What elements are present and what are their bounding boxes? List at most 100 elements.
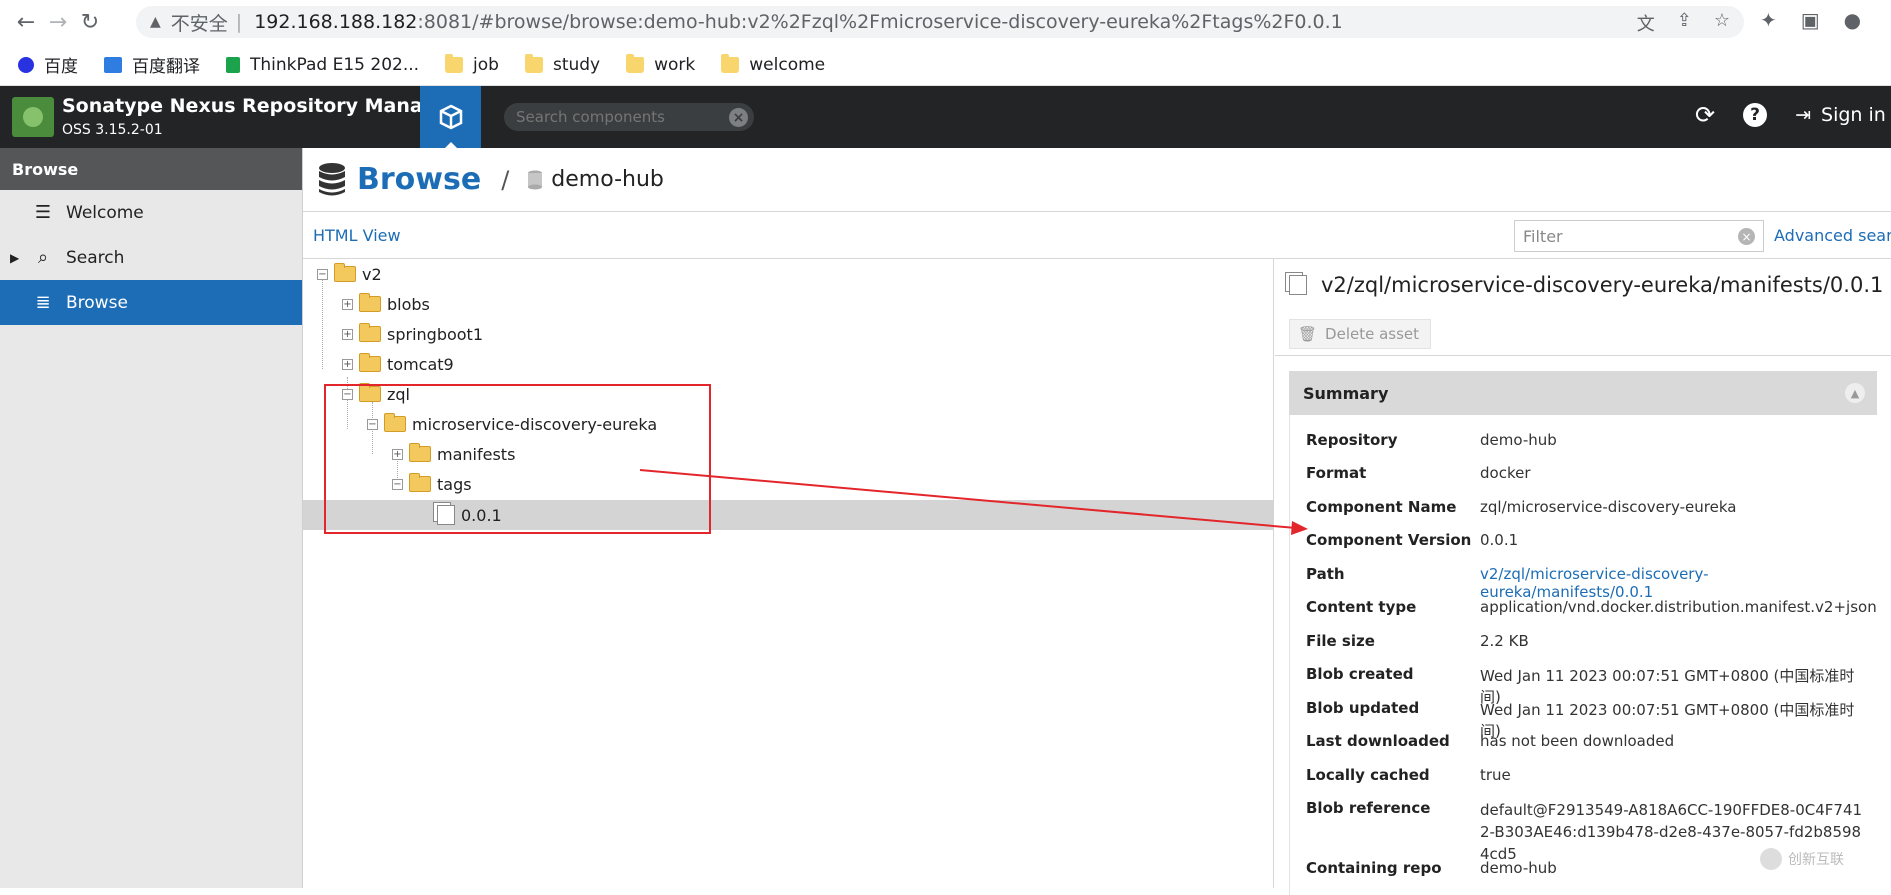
tree-node-blobs[interactable]: + blobs: [342, 289, 430, 319]
bookmark-baidu-translate[interactable]: 百度翻译: [104, 52, 200, 77]
tree-node-v2[interactable]: − v2: [317, 259, 382, 289]
nav-section-browse: Browse: [0, 148, 302, 190]
browser-toolbar: ← → ↻ ▲ 不安全 | 192.168.188.182:8081/#brow…: [0, 0, 1891, 44]
folder-icon: [359, 323, 381, 342]
nexus-header: Sonatype Nexus Repository Manager OSS 3.…: [0, 86, 1891, 149]
tree-guide-line: [322, 277, 323, 369]
help-icon[interactable]: ?: [1743, 103, 1768, 127]
summary-row: Format docker: [1306, 464, 1531, 482]
expand-icon[interactable]: +: [342, 358, 353, 370]
summary-row: Component Version 0.0.1: [1306, 531, 1519, 549]
translate-icon[interactable]: 文: [1637, 10, 1655, 36]
database-small-icon: [528, 170, 543, 189]
advanced-search-link[interactable]: Advanced search: [1774, 226, 1891, 245]
bookmark-thinkpad[interactable]: ThinkPad E15 202...: [226, 55, 419, 75]
nav-item-welcome[interactable]: ☰ Welcome: [0, 190, 302, 235]
url-separator: |: [235, 11, 243, 33]
u-logo-icon: [226, 56, 240, 73]
asset-title: v2/zql/microservice-discovery-eureka/man…: [1289, 273, 1883, 297]
translate-icon: [104, 56, 122, 73]
breadcrumb-repo: demo-hub: [527, 167, 664, 192]
breadcrumb: Browse / demo-hub: [303, 148, 1891, 212]
warning-triangle-icon: ▲: [150, 14, 161, 30]
folder-icon: [359, 353, 381, 372]
address-bar[interactable]: ▲ 不安全 | 192.168.188.182:8081/#browse/bro…: [136, 6, 1744, 38]
watermark-logo: 创新互联: [1760, 848, 1844, 870]
folder-icon: [359, 293, 381, 312]
tree-node-springboot1[interactable]: + springboot1: [342, 319, 483, 349]
summary-row: Path v2/zql/microservice-discovery-eureka…: [1306, 565, 1870, 601]
trash-icon: 🗑: [1298, 325, 1318, 343]
detail-divider: [1275, 355, 1891, 356]
bookmark-star-icon[interactable]: ☆: [1714, 10, 1730, 36]
profile-avatar-icon[interactable]: ●: [1844, 8, 1861, 32]
sidepanel-icon[interactable]: ▣: [1801, 8, 1820, 32]
clear-search-icon[interactable]: ×: [729, 108, 748, 127]
nexus-logo: [12, 97, 54, 137]
breadcrumb-separator: /: [501, 165, 510, 194]
tree-node-tomcat9[interactable]: + tomcat9: [342, 349, 454, 379]
asset-path-link[interactable]: v2/zql/microservice-discovery-eureka/man…: [1480, 565, 1870, 601]
html-view-link[interactable]: HTML View: [313, 226, 401, 245]
database-icon: ≣: [35, 292, 51, 313]
url-host: 192.168.188.182: [254, 11, 418, 33]
folder-icon: [524, 53, 543, 73]
bookmark-job[interactable]: job: [445, 53, 499, 75]
sign-in-button[interactable]: ⇥ Sign in: [1795, 104, 1886, 126]
cube-icon: [439, 104, 462, 130]
bookmark-study[interactable]: study: [524, 53, 600, 75]
summary-row: File size 2.2 KB: [1306, 632, 1529, 650]
refresh-icon[interactable]: ⟳: [1695, 101, 1715, 129]
summary-row: Repository demo-hub: [1306, 431, 1557, 449]
database-icon: [319, 162, 345, 195]
watermark-icon: [1760, 848, 1782, 870]
highlight-box: [324, 384, 711, 534]
baidu-paw-icon: [18, 56, 34, 73]
asset-detail-panel: v2/zql/microservice-discovery-eureka/man…: [1275, 259, 1891, 895]
back-arrow-icon[interactable]: ←: [10, 6, 42, 38]
search-icon: ⌕: [37, 247, 49, 268]
extension-icons: ✦ ▣ ●: [1760, 8, 1861, 32]
folder-icon: [721, 53, 740, 73]
bookmark-baidu[interactable]: 百度: [18, 52, 78, 77]
expand-icon[interactable]: +: [342, 298, 353, 310]
extensions-puzzle-icon[interactable]: ✦: [1760, 8, 1777, 32]
expand-arrow-icon[interactable]: ▶: [10, 251, 19, 265]
summary-row: Content type application/vnd.docker.distr…: [1306, 598, 1877, 616]
folder-open-icon: [334, 263, 356, 282]
expand-icon[interactable]: +: [342, 328, 353, 340]
bookmark-welcome[interactable]: welcome: [721, 53, 825, 75]
bookmark-work[interactable]: work: [626, 53, 695, 75]
summary-row: Locally cached true: [1306, 766, 1511, 784]
sign-in-icon: ⇥: [1795, 104, 1812, 126]
browse-toolbar: HTML View Filter × Advanced search: [303, 212, 1891, 259]
header-actions: ⟳ ? ⇥ Sign in: [1695, 101, 1886, 129]
omnibox-actions: 文 ⇪ ☆: [1637, 10, 1730, 36]
insecure-label: 不安全: [170, 12, 228, 35]
nav-item-search[interactable]: ▶ ⌕ Search: [0, 235, 302, 280]
delete-asset-button[interactable]: 🗑 Delete asset: [1289, 319, 1431, 349]
filter-input[interactable]: Filter ×: [1514, 220, 1764, 252]
browse-mode-button[interactable]: [420, 86, 481, 149]
collapse-icon[interactable]: −: [317, 268, 328, 280]
breadcrumb-browse[interactable]: Browse: [357, 162, 481, 197]
left-navigation: Browse ☰ Welcome ▶ ⌕ Search ≣ Browse: [0, 148, 303, 888]
folder-icon: [445, 53, 464, 73]
clear-filter-icon[interactable]: ×: [1738, 228, 1755, 245]
nav-item-browse[interactable]: ≣ Browse: [0, 280, 302, 325]
list-icon: ☰: [34, 202, 52, 223]
folder-icon: [626, 53, 645, 73]
component-tree: − v2 + blobs + springboot1 + tomcat9 − zql − m…: [303, 259, 1274, 888]
search-components-input[interactable]: [504, 103, 754, 131]
file-copy-icon: [1289, 275, 1307, 295]
app-version: OSS 3.15.2-01: [62, 122, 163, 138]
bookmarks-bar: 百度 百度翻译 ThinkPad E15 202... job study wo…: [0, 44, 1891, 86]
reload-icon[interactable]: ↻: [74, 6, 106, 38]
forward-arrow-icon[interactable]: →: [42, 6, 74, 38]
url-path: :8081/#browse/browse:demo-hub:v2%2Fzql%2…: [417, 11, 1343, 33]
summary-row: Component Name zql/microservice-discovery…: [1306, 498, 1737, 516]
share-icon[interactable]: ⇪: [1677, 10, 1692, 36]
summary-row: Last downloaded has not been downloaded: [1306, 732, 1675, 750]
summary-header[interactable]: Summary ▲: [1289, 371, 1877, 415]
collapse-chevron-icon[interactable]: ▲: [1845, 383, 1865, 403]
